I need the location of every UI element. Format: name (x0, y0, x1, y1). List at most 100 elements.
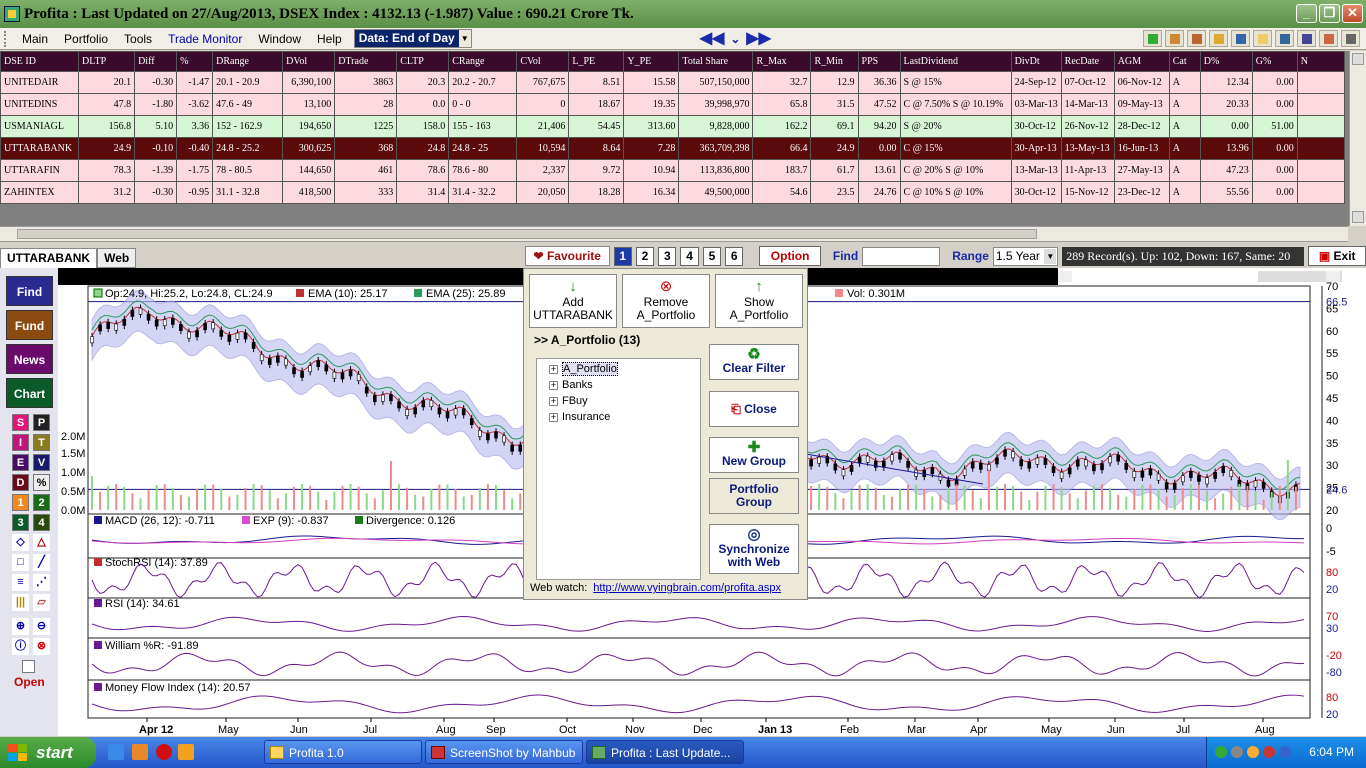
last-record-icon[interactable]: ▶▶ (746, 29, 771, 49)
option-button[interactable]: Option (759, 246, 821, 266)
popup-close-button[interactable]: ⎗ Close (709, 391, 799, 427)
web-watch-link[interactable]: http://www.vyingbrain.com/profita.aspx (593, 582, 781, 594)
portfolio-tree[interactable]: + A_Portfolio + Banks + FBuy + Insurance (536, 358, 701, 580)
minimize-button[interactable]: _ (1296, 4, 1317, 23)
security-icon[interactable] (1247, 746, 1259, 758)
start-button[interactable]: start (0, 737, 96, 768)
tab-web[interactable]: Web (97, 248, 137, 268)
page-1-button[interactable]: 1 (613, 246, 632, 266)
find-button[interactable]: Find (6, 276, 53, 306)
close-button[interactable]: ✕ (1342, 4, 1363, 23)
task-profita-window[interactable]: Profita : Last Update... (586, 740, 744, 764)
delete-icon[interactable]: ⊗ (33, 638, 50, 655)
column-header[interactable]: Y_PE (623, 51, 680, 72)
vlines-icon[interactable]: ||| (12, 594, 29, 611)
column-header[interactable]: R_Max (752, 51, 812, 72)
column-header[interactable]: Diff (134, 51, 178, 72)
column-header[interactable]: PPS (857, 51, 901, 72)
column-header[interactable]: Cat (1168, 51, 1201, 72)
task-screenshot[interactable]: ScreenShot by Mahbub (425, 740, 583, 764)
tool-d[interactable]: D (12, 474, 29, 491)
zoom-out-icon[interactable]: ⊖ (33, 618, 50, 635)
refresh-icon[interactable] (1143, 30, 1162, 47)
chevron-down-icon[interactable]: ▼ (458, 30, 471, 47)
column-header[interactable]: CVol (516, 51, 570, 72)
expand-icon[interactable]: + (549, 364, 558, 374)
scroll-up-icon[interactable] (1352, 53, 1364, 65)
tool-e[interactable]: E (12, 454, 29, 471)
menu-tools[interactable]: Tools (116, 29, 160, 49)
key-icon[interactable] (1209, 30, 1228, 47)
scroll-thumb[interactable] (17, 229, 1037, 239)
find-input[interactable] (862, 246, 941, 266)
tool-2[interactable]: 2 (33, 494, 50, 511)
network-icon[interactable] (1215, 746, 1227, 758)
diamond-icon[interactable]: ◇ (12, 534, 29, 551)
tab-symbol[interactable]: UTTARABANK (0, 248, 98, 268)
calculator-icon[interactable] (1297, 30, 1316, 47)
opera-icon[interactable] (156, 744, 172, 760)
list-icon[interactable] (1319, 30, 1338, 47)
column-header[interactable]: Total Share (678, 51, 754, 72)
portfolio-group-button[interactable]: Portfolio Group (709, 478, 799, 514)
column-header[interactable]: DSE ID (0, 51, 80, 72)
column-header[interactable]: % (176, 51, 214, 72)
page-5-button[interactable]: 5 (702, 246, 722, 266)
table-row[interactable]: USMANIAGL 156.8 5.10 3.36 152 - 162.9 194,650… (0, 115, 1346, 138)
folder-icon[interactable] (1253, 30, 1272, 47)
column-header[interactable]: AGM (1113, 51, 1170, 72)
expand-icon[interactable]: + (549, 380, 558, 390)
column-header[interactable]: CLTP (396, 51, 450, 72)
chevron-down-icon[interactable]: ⌄ (730, 29, 740, 49)
new-group-button[interactable]: ✚ New Group (709, 437, 799, 473)
triangle-icon[interactable]: △ (33, 534, 50, 551)
task-profita[interactable]: Profita 1.0 (264, 740, 422, 764)
vertical-scrollbar[interactable] (1349, 51, 1366, 226)
tool-percent[interactable]: % (33, 474, 50, 491)
tool-1[interactable]: 1 (12, 494, 29, 511)
remove-from-portfolio-button[interactable]: ⊗ Remove A_Portfolio (622, 274, 710, 328)
rectangle-icon[interactable]: □ (12, 554, 29, 571)
maximize-button[interactable]: ❐ (1319, 4, 1340, 23)
tree-item-fbuy[interactable]: + FBuy (549, 395, 588, 407)
page-4-button[interactable]: 4 (680, 246, 699, 266)
menu-main[interactable]: Main (14, 29, 56, 49)
column-header[interactable]: N (1296, 51, 1346, 72)
menu-trade-monitor[interactable]: Trade Monitor (160, 29, 250, 49)
tree-item-insurance[interactable]: + Insurance (549, 411, 610, 423)
data-mode-select[interactable]: Data: End of Day ▼ (353, 29, 472, 48)
page-2-button[interactable]: 2 (635, 246, 655, 266)
expand-icon[interactable]: + (549, 396, 558, 406)
menu-portfolio[interactable]: Portfolio (56, 29, 116, 49)
table-row[interactable]: ZAHINTEX 31.2 -0.30 -0.95 31.1 - 32.8 418,500… (0, 181, 1346, 204)
table-icon[interactable] (1187, 30, 1206, 47)
add-to-portfolio-button[interactable]: ↓ Add UTTARABANK (529, 274, 617, 328)
media-icon[interactable] (132, 744, 148, 760)
line-icon[interactable]: ╱ (33, 554, 50, 571)
clear-filter-button[interactable]: ♻ Clear Filter (709, 344, 799, 380)
column-header[interactable]: L_PE (568, 51, 625, 72)
column-header[interactable]: LastDividend (899, 51, 1012, 72)
antivirus-icon[interactable] (1263, 746, 1275, 758)
open-label[interactable]: Open (14, 675, 45, 689)
table-row[interactable]: UTTARABANK 24.9 -0.10 -0.40 24.8 - 25.2 300,6… (0, 137, 1346, 160)
column-header[interactable]: DLTP (78, 51, 136, 72)
column-header[interactable]: DivDt (1010, 51, 1062, 72)
show-portfolio-button[interactable]: ↑ Show A_Portfolio (715, 274, 803, 328)
volume-icon[interactable] (1231, 746, 1243, 758)
tree-item-a-portfolio[interactable]: + A_Portfolio (549, 362, 618, 376)
column-header[interactable]: G% (1251, 51, 1298, 72)
fund-button[interactable]: Fund (6, 310, 53, 340)
column-header[interactable]: DRange (212, 51, 284, 72)
favourite-button[interactable]: ❤ Favourite (525, 246, 610, 266)
menu-window[interactable]: Window (250, 29, 309, 49)
hlines-icon[interactable]: ≡ (12, 574, 29, 591)
info-icon[interactable]: ⓘ (12, 638, 29, 655)
column-header[interactable]: R_Min (810, 51, 859, 72)
range-select[interactable]: 1.5 Year (992, 246, 1059, 266)
expand-icon[interactable]: + (549, 412, 558, 422)
first-record-icon[interactable]: ◀◀ (700, 29, 725, 49)
tool-t[interactable]: T (33, 434, 50, 451)
menu-help[interactable]: Help (309, 29, 350, 49)
tool-v[interactable]: V (33, 454, 50, 471)
